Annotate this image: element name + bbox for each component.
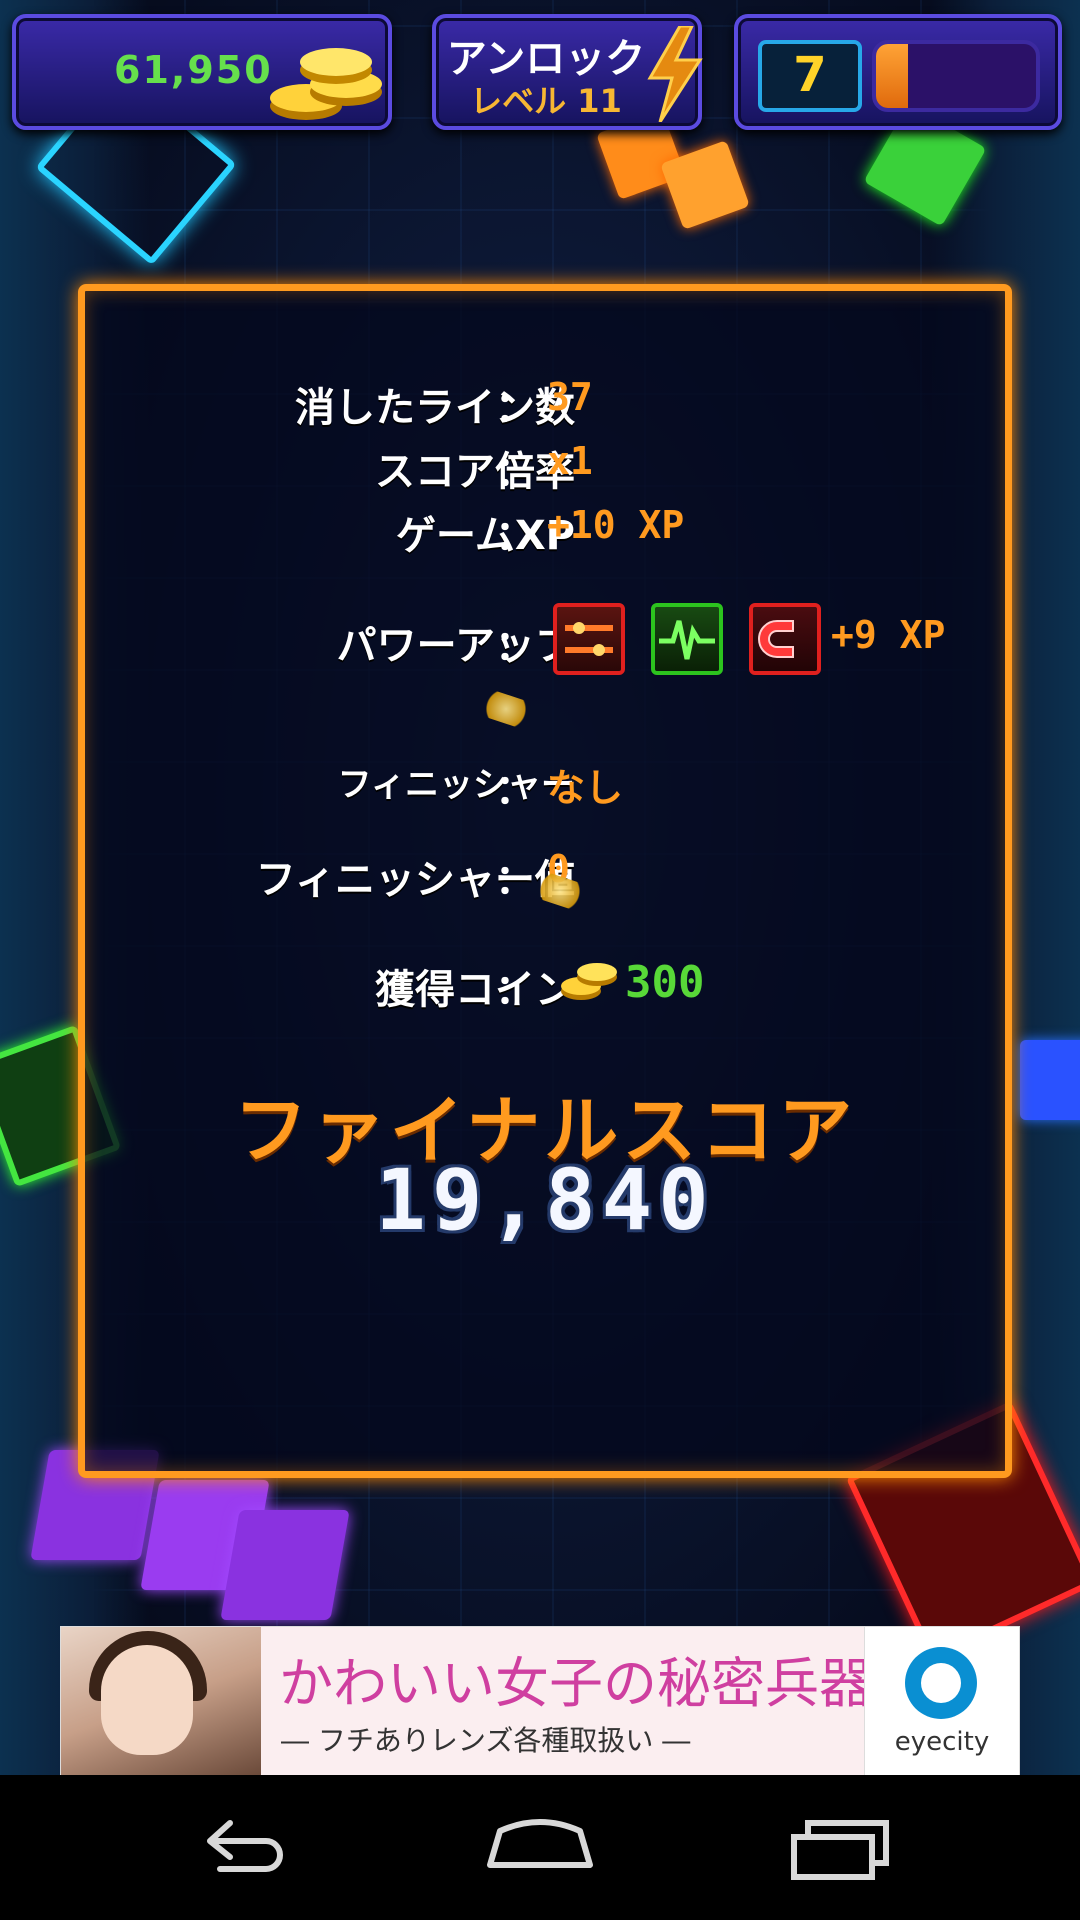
xp-progress-bar — [872, 40, 1040, 112]
home-icon[interactable] — [480, 1803, 600, 1893]
ad-photo-face — [101, 1645, 193, 1755]
finisher-value: なし — [547, 766, 624, 810]
system-nav-bar — [0, 1775, 1080, 1920]
lines-cleared-row: 消したライン数 ： 37 — [85, 375, 1005, 435]
purple-block-piece — [220, 1510, 350, 1620]
colon: ： — [495, 623, 535, 669]
score-multiplier-label: スコア倍率 — [375, 449, 575, 495]
score-multiplier-value: x1 — [547, 439, 593, 483]
colon: ： — [495, 857, 535, 903]
finisher-label: フィニッシャー — [337, 765, 575, 805]
coins-earned-value: 300 — [625, 957, 705, 1008]
laser-icon — [553, 603, 625, 675]
coin-balance-box: 61,950 — [12, 14, 392, 130]
xp-progress-fill — [876, 44, 908, 108]
lines-cleared-value: 37 — [547, 375, 593, 419]
results-panel: 消したライン数 ： 37 スコア倍率 ： x1 ゲームXP ： +10 XP パ… — [78, 284, 1012, 1478]
game-xp-value: +10 XP — [547, 503, 685, 547]
ad-brand-name: eyecity — [894, 1727, 990, 1757]
magnet-icon — [749, 603, 821, 675]
powerups-row: パワーアップ ： +9 XP — [85, 603, 1005, 675]
powerups-xp-value: +9 XP — [831, 613, 946, 657]
colon: ： — [495, 967, 535, 1013]
powerups-label: パワーアップ — [336, 623, 575, 669]
game-xp-row: ゲームXP ： +10 XP — [85, 503, 1005, 563]
ad-photo — [61, 1627, 261, 1775]
lightning-bolt-icon — [644, 24, 704, 126]
coin-balance: 61,950 — [114, 48, 273, 92]
coins-earned-label: 獲得コイン — [375, 967, 575, 1013]
back-icon[interactable] — [180, 1803, 300, 1893]
colon: ： — [495, 449, 535, 495]
logo-inner — [921, 1663, 961, 1703]
finisher-row: フィニッシャー ： なし — [85, 757, 1005, 817]
coins-earned-row: 獲得コイン ： 300 — [85, 957, 1005, 1017]
ad-subline: ― フチありレンズ各種取扱い ― — [281, 1724, 691, 1757]
coin-icon — [557, 951, 621, 1015]
score-multiplier-row: スコア倍率 ： x1 — [85, 439, 1005, 499]
final-score-value: 19,840 — [375, 1151, 715, 1249]
eyecity-logo-icon — [905, 1647, 977, 1719]
pulse-icon — [651, 603, 723, 675]
recent-apps-icon[interactable] — [780, 1803, 900, 1893]
ad-headline: かわいい女子の秘密兵器 — [279, 1652, 873, 1715]
player-level-badge: 7 — [758, 40, 862, 112]
unlock-level-box[interactable]: アンロック レベル 11 — [432, 14, 704, 130]
player-level-box: 7 — [734, 14, 1062, 130]
game-scene: 61,950 アンロック レベル 11 7 消したライン数 ： 37 スコア倍率… — [0, 0, 1080, 1775]
colon: ： — [495, 513, 535, 559]
coin-stack-icon — [266, 36, 416, 140]
colon: ： — [495, 385, 535, 431]
coin-sparkle — [479, 688, 533, 730]
ad-banner[interactable]: かわいい女子の秘密兵器 ― フチありレンズ各種取扱い ― eyecity — [60, 1626, 1020, 1775]
blue-block-piece — [1020, 1040, 1080, 1120]
colon: ： — [495, 767, 535, 813]
unlock-level: レベル 11 — [470, 82, 622, 120]
ad-brand-logo: eyecity — [864, 1627, 1019, 1775]
